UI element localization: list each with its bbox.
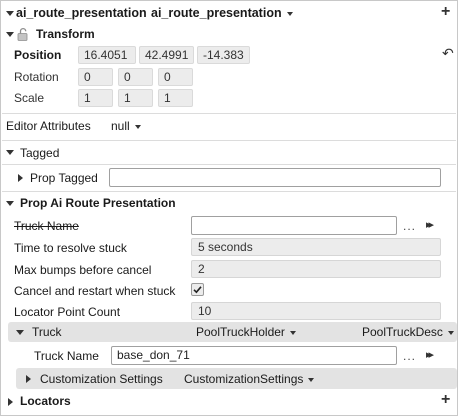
checkmark-icon <box>193 286 202 294</box>
customization-expand-icon[interactable] <box>26 375 31 383</box>
rotation-z-field[interactable]: 0 <box>158 68 193 86</box>
double-chevron-icon[interactable]: ▸▸ <box>426 218 434 231</box>
lock-icon[interactable] <box>16 27 30 41</box>
truck-desc-type: PoolTruckDesc <box>362 325 443 339</box>
prop-tagged-label: Prop Tagged <box>30 171 98 185</box>
position-y-field[interactable]: 42.4991 <box>139 46 194 64</box>
locators-expand-icon[interactable] <box>8 398 13 406</box>
position-z-field[interactable]: -14.383 <box>197 46 250 64</box>
truck-inner-name-label: Truck Name <box>34 349 99 363</box>
time-to-resolve-field[interactable]: 5 seconds <box>191 238 441 256</box>
locators-title: Locators <box>20 394 71 408</box>
divider <box>2 164 456 165</box>
position-x-field[interactable]: 16.4051 <box>78 46 136 64</box>
truck-desc-dropdown[interactable]: PoolTruckDesc <box>362 325 454 339</box>
truck-inner-more-button[interactable]: ... <box>403 349 416 363</box>
locator-count-field[interactable]: 10 <box>191 302 441 320</box>
truck-name-field[interactable] <box>191 216 397 235</box>
customization-dropdown[interactable]: CustomizationSettings <box>184 372 315 386</box>
chevron-down-icon <box>134 124 141 129</box>
truck-holder-type: PoolTruckHolder <box>196 325 285 339</box>
locator-count-label: Locator Point Count <box>14 305 121 319</box>
transform-title: Transform <box>36 27 95 41</box>
scale-z-field[interactable]: 1 <box>158 89 193 107</box>
entity-collapse-icon[interactable] <box>6 11 14 16</box>
reset-transform-icon[interactable]: ↶ <box>442 45 454 62</box>
presentation-collapse-icon[interactable] <box>6 201 14 206</box>
rotation-y-field[interactable]: 0 <box>118 68 153 86</box>
truck-label: Truck <box>32 325 62 339</box>
position-label: Position <box>14 48 62 62</box>
tagged-collapse-icon[interactable] <box>6 150 14 155</box>
truck-holder-dropdown[interactable]: PoolTruckHolder <box>196 325 296 339</box>
editor-attributes-label: Editor Attributes <box>6 119 91 133</box>
divider <box>2 113 456 114</box>
presentation-title: Prop Ai Route Presentation <box>20 196 176 210</box>
chevron-down-icon <box>308 377 315 382</box>
prop-tagged-field[interactable] <box>109 168 441 187</box>
entity-type-label: ai_route_presentation <box>151 6 282 20</box>
max-bumps-field[interactable]: 2 <box>191 260 441 278</box>
editor-attributes-dropdown[interactable]: null <box>111 119 141 133</box>
add-component-icon[interactable]: + <box>441 3 450 21</box>
truck-name-label-deprecated: Truck Name <box>14 219 79 233</box>
truck-collapse-icon[interactable] <box>16 330 24 335</box>
entity-name: ai_route_presentation <box>16 6 147 20</box>
chevron-down-icon <box>286 11 293 16</box>
time-to-resolve-label: Time to resolve stuck <box>14 241 127 255</box>
inspector-panel: ai_route_presentation ai_route_presentat… <box>0 0 458 416</box>
cancel-restart-label: Cancel and restart when stuck <box>14 284 176 298</box>
scale-label: Scale <box>14 91 45 105</box>
prop-tagged-expand-icon[interactable] <box>18 174 23 182</box>
add-locator-icon[interactable]: + <box>441 391 450 409</box>
scale-y-field[interactable]: 1 <box>118 89 153 107</box>
scale-x-field[interactable]: 1 <box>78 89 113 107</box>
truck-name-more-button[interactable]: ... <box>403 219 416 233</box>
chevron-down-icon <box>289 330 296 335</box>
rotation-x-field[interactable]: 0 <box>78 68 113 86</box>
rotation-label: Rotation <box>14 70 59 84</box>
cancel-restart-checkbox[interactable] <box>191 283 204 296</box>
customization-type: CustomizationSettings <box>184 372 304 386</box>
divider <box>2 140 456 141</box>
entity-type-dropdown[interactable]: ai_route_presentation <box>151 6 293 20</box>
double-chevron-icon[interactable]: ▸▸ <box>426 348 434 361</box>
truck-inner-name-field[interactable]: base_don_71 <box>111 346 397 365</box>
customization-label: Customization Settings <box>40 372 163 386</box>
tagged-title: Tagged <box>20 146 60 160</box>
max-bumps-label: Max bumps before cancel <box>14 263 152 277</box>
editor-attributes-value: null <box>111 119 130 133</box>
divider <box>2 191 456 192</box>
chevron-down-icon <box>447 330 454 335</box>
transform-collapse-icon[interactable] <box>6 32 14 37</box>
